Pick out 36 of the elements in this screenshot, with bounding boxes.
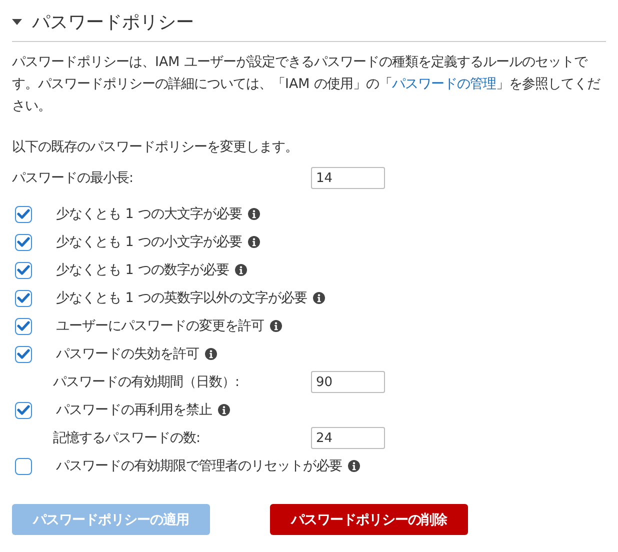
checkbox-label: パスワードの有効期限で管理者のリセットが必要 (56, 458, 342, 475)
field-label: 記憶するパスワードの数: (52, 430, 202, 447)
checkbox[interactable] (15, 290, 32, 306)
manage-passwords-link[interactable]: パスワードの管理 (392, 77, 496, 92)
input-field[interactable]: 14 (311, 167, 385, 189)
checkbox[interactable] (15, 458, 32, 474)
info-icon[interactable] (348, 460, 360, 472)
checkbox[interactable] (15, 318, 32, 334)
description: パスワードポリシーは、IAM ユーザーが設定できるパスワードの種類を定義するルールのセットです。パスワードポリシーの詳細については、「IAM の使用」の「パスワードの管理」を参照してください。 (12, 54, 602, 116)
checkbox-label: 少なくとも 1 つの小文字が必要 (56, 234, 242, 251)
checkbox-label: 少なくとも 1 つの数字が必要 (56, 262, 230, 279)
checkbox[interactable] (15, 402, 32, 418)
input-field[interactable]: 90 (311, 371, 385, 393)
info-icon[interactable] (248, 236, 260, 248)
checkbox[interactable] (15, 262, 32, 278)
checkbox[interactable] (15, 346, 32, 362)
info-icon[interactable] (270, 320, 282, 332)
info-icon[interactable] (313, 292, 326, 304)
field-label: パスワードの有効期間（日数）: (52, 374, 241, 391)
info-icon[interactable] (218, 404, 230, 416)
checkbox-label: パスワードの再利用を禁止 (56, 402, 212, 419)
checkbox[interactable] (15, 206, 32, 222)
field-label: パスワードの最小長: (12, 170, 135, 187)
caret-down-icon[interactable] (12, 19, 22, 25)
input-field[interactable]: 24 (311, 427, 385, 449)
info-icon[interactable] (205, 348, 217, 360)
info-icon[interactable] (235, 264, 248, 276)
checkbox-label: パスワードの失効を許可 (56, 346, 199, 363)
checkbox[interactable] (15, 234, 32, 250)
checkbox-label: 少なくとも 1 つの大文字が必要 (56, 206, 242, 223)
checkbox-label: ユーザーにパスワードの変更を許可 (56, 318, 264, 335)
section-title: パスワードポリシー (32, 11, 194, 34)
notice-text: 以下の既存のパスワードポリシーを変更します。 (12, 138, 299, 156)
checkbox-label: 少なくとも 1 つの英数字以外の文字が必要 (56, 290, 308, 307)
info-icon[interactable] (248, 208, 260, 220)
delete-button[interactable]: パスワードポリシーの削除 (270, 504, 468, 535)
